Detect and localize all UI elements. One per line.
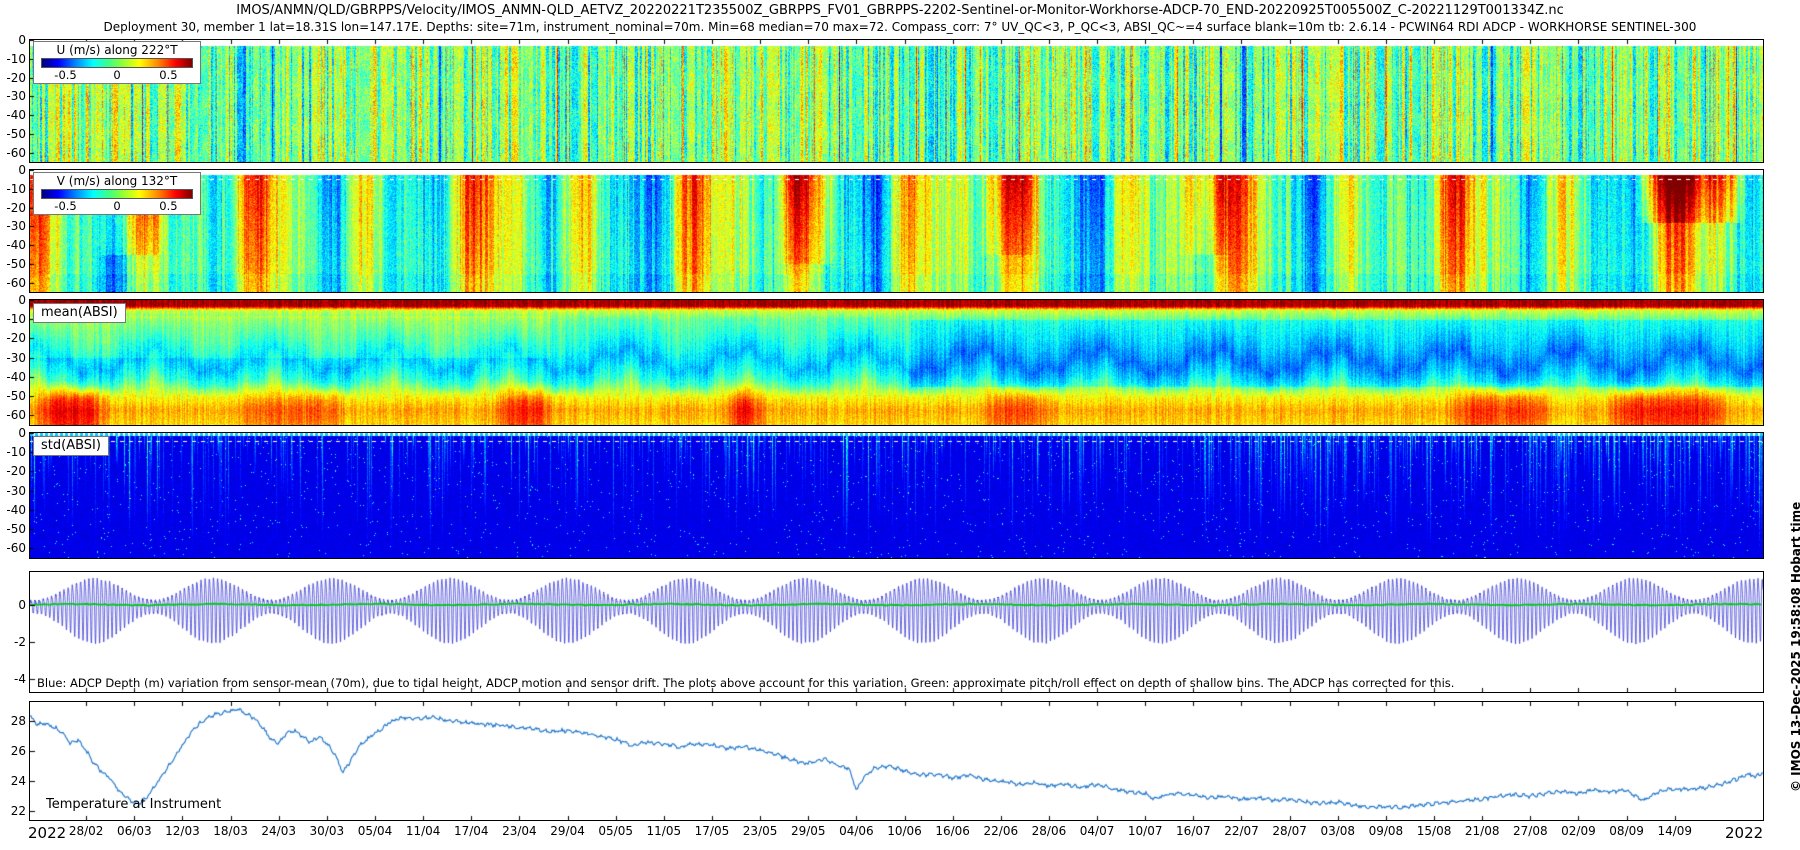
u-velocity-ytick: -40 <box>0 108 26 122</box>
u-colorbar-gradient <box>41 58 193 68</box>
temperature-series-label: Temperature at Instrument <box>46 797 221 812</box>
temperature-ytick: 22 <box>0 804 26 818</box>
v-velocity-panel <box>29 169 1764 293</box>
v-colorbar-ticks: -0.5 0 0.5 <box>34 199 200 214</box>
v-velocity-ytick: -30 <box>0 219 26 233</box>
depth-variation-ytick: 0 <box>0 598 26 612</box>
mean-absi-ytick: 0 <box>0 293 26 307</box>
adcp-depth-variation-canvas <box>30 572 1763 692</box>
mean-absi-ytick: -30 <box>0 351 26 365</box>
depth-variation-ytick: -4 <box>0 672 26 686</box>
u-velocity-ytick: -50 <box>0 127 26 141</box>
u-colorbar-title: U (m/s) along 222°T <box>34 43 200 57</box>
v-velocity-heatmap-canvas <box>30 170 1763 292</box>
v-velocity-ytick: -60 <box>0 276 26 290</box>
mean-absi-panel <box>29 299 1764 426</box>
v-colorbar-tick-pos: 0.5 <box>159 199 177 213</box>
adcp-depth-variation-panel <box>29 571 1764 693</box>
depth-variation-annotation: Blue: ADCP Depth (m) variation from sens… <box>37 676 1454 690</box>
u-velocity-heatmap-canvas <box>30 40 1763 162</box>
std-absi-ytick: -40 <box>0 503 26 517</box>
std-absi-ytick: -30 <box>0 484 26 498</box>
mean-absi-ytick: -60 <box>0 408 26 422</box>
u-colorbar-legend: U (m/s) along 222°T -0.5 0 0.5 <box>33 41 201 84</box>
mean-absi-ytick: -50 <box>0 389 26 403</box>
mean-absi-ytick: -10 <box>0 312 26 326</box>
std-absi-ytick: -10 <box>0 445 26 459</box>
u-colorbar-tick-zero: 0 <box>113 68 120 82</box>
u-velocity-ytick: -30 <box>0 89 26 103</box>
v-velocity-ytick: -20 <box>0 201 26 215</box>
depth-variation-ytick: -2 <box>0 635 26 649</box>
figure-subtitle-deployment-info: Deployment 30, member 1 lat=18.31S lon=1… <box>0 20 1800 34</box>
x-axis-year-right: 2022 <box>1725 824 1763 842</box>
std-absi-panel <box>29 432 1764 559</box>
std-absi-ytick: -20 <box>0 464 26 478</box>
u-velocity-panel <box>29 39 1764 163</box>
adcp-figure: IMOS/ANMN/QLD/GBRPPS/Velocity/IMOS_ANMN-… <box>0 0 1800 850</box>
v-velocity-ytick: -10 <box>0 182 26 196</box>
v-velocity-ytick: -50 <box>0 257 26 271</box>
temperature-ytick: 28 <box>0 714 26 728</box>
temperature-panel <box>29 701 1764 821</box>
mean-absi-heatmap-canvas <box>30 300 1763 425</box>
temperature-canvas <box>30 702 1763 820</box>
u-velocity-ytick: -10 <box>0 52 26 66</box>
std-absi-ytick: -50 <box>0 522 26 536</box>
x-tick-label: 14/09 <box>1647 824 1703 838</box>
std-absi-label: std(ABSI) <box>33 436 109 456</box>
u-velocity-ytick: -20 <box>0 71 26 85</box>
v-colorbar-gradient <box>41 189 193 199</box>
v-colorbar-tick-neg: -0.5 <box>54 199 76 213</box>
std-absi-heatmap-canvas <box>30 433 1763 558</box>
u-velocity-ytick: -60 <box>0 146 26 160</box>
std-absi-ytick: 0 <box>0 426 26 440</box>
imos-copyright-watermark: © IMOS 13-Dec-2025 19:58:08 Hobart time <box>1789 502 1800 792</box>
temperature-ytick: 24 <box>0 774 26 788</box>
u-colorbar-tick-neg: -0.5 <box>54 68 76 82</box>
mean-absi-label: mean(ABSI) <box>33 303 126 323</box>
mean-absi-ytick: -20 <box>0 331 26 345</box>
figure-title-filename: IMOS/ANMN/QLD/GBRPPS/Velocity/IMOS_ANMN-… <box>0 3 1800 18</box>
u-velocity-ytick: 0 <box>0 33 26 47</box>
mean-absi-ytick: -40 <box>0 370 26 384</box>
u-colorbar-tick-pos: 0.5 <box>159 68 177 82</box>
u-colorbar-ticks: -0.5 0 0.5 <box>34 68 200 83</box>
v-colorbar-tick-zero: 0 <box>113 199 120 213</box>
temperature-ytick: 26 <box>0 744 26 758</box>
v-velocity-ytick: 0 <box>0 163 26 177</box>
v-colorbar-title: V (m/s) along 132°T <box>34 174 200 188</box>
std-absi-ytick: -60 <box>0 541 26 555</box>
v-colorbar-legend: V (m/s) along 132°T -0.5 0 0.5 <box>33 172 201 215</box>
v-velocity-ytick: -40 <box>0 238 26 252</box>
